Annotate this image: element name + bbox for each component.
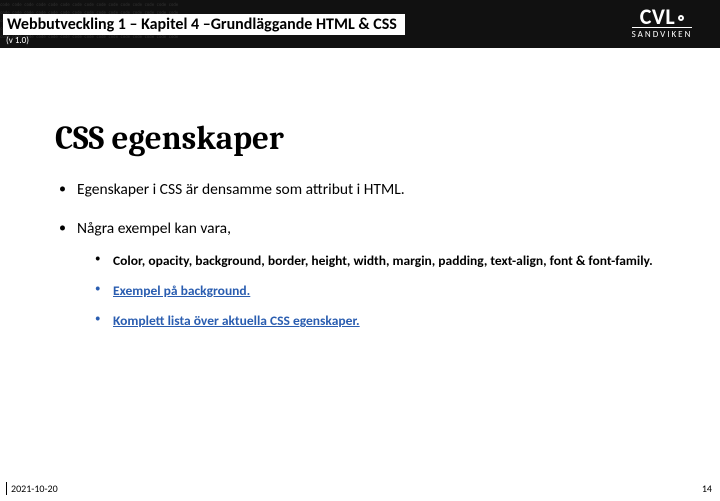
slide-version: (v 1.0) — [6, 35, 29, 46]
footer-date: 2021-10-20 — [6, 482, 58, 495]
logo: CVL SANDVIKEN — [614, 5, 710, 41]
list-item: Color, opacity, background, border, heig… — [113, 252, 675, 270]
bullet-list: Egenskaper i CSS är densamme som attribu… — [55, 180, 675, 331]
sub-bullet-list: Color, opacity, background, border, heig… — [77, 252, 675, 331]
slide: Webbutveckling 1 – Kapitel 4 –Grundlägga… — [0, 0, 720, 501]
content-area: CSS egenskaper Egenskaper i CSS är densa… — [55, 120, 675, 349]
list-item: Egenskaper i CSS är densamme som attribu… — [77, 180, 675, 201]
list-item: Några exempel kan vara, Color, opacity, … — [77, 219, 675, 331]
list-item-text: Några exempel kan vara, — [77, 219, 231, 238]
logo-text-top: CVL — [640, 7, 684, 27]
slide-title: Webbutveckling 1 – Kapitel 4 –Grundlägga… — [3, 14, 405, 35]
link-background-example[interactable]: Exempel på background. — [113, 282, 675, 300]
link-css-properties-list[interactable]: Komplett lista över aktuella CSS egenska… — [113, 312, 675, 330]
footer-page-number: 14 — [702, 482, 712, 495]
logo-dot-icon — [678, 15, 684, 21]
content-heading: CSS egenskaper — [55, 120, 675, 158]
logo-text-bottom: SANDVIKEN — [632, 27, 693, 40]
header-bar: Webbutveckling 1 – Kapitel 4 –Grundlägga… — [0, 0, 720, 48]
